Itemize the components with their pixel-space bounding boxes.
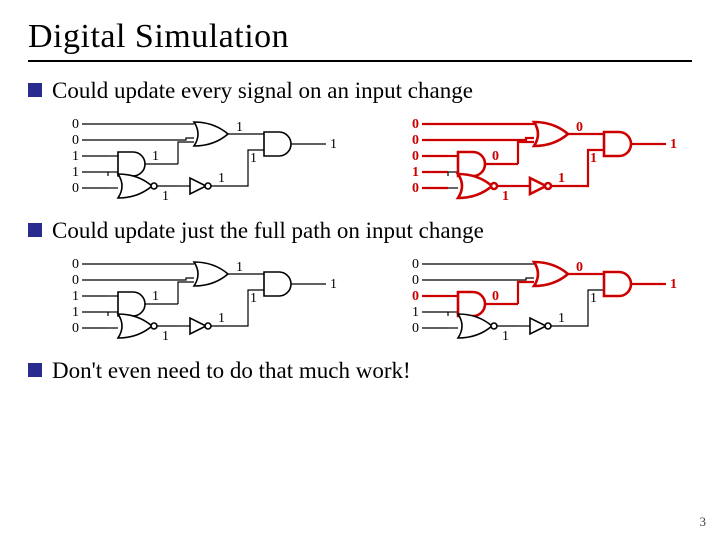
- svg-text:0: 0: [492, 149, 499, 164]
- svg-text:1: 1: [162, 189, 169, 204]
- svg-text:1: 1: [502, 189, 509, 204]
- circuit-A-left: 00110111111: [68, 114, 368, 206]
- row-1: 00110111111 00010010111: [68, 114, 692, 206]
- svg-text:1: 1: [412, 165, 419, 180]
- svg-text:1: 1: [412, 305, 419, 320]
- svg-text:1: 1: [72, 305, 79, 320]
- svg-text:1: 1: [162, 329, 169, 344]
- svg-text:0: 0: [412, 117, 419, 132]
- bullet-2: Could update just the full path on input…: [28, 216, 692, 246]
- bullet-icon: [28, 363, 42, 377]
- svg-text:1: 1: [218, 171, 225, 186]
- svg-text:0: 0: [72, 273, 79, 288]
- svg-text:1: 1: [590, 151, 597, 166]
- svg-text:0: 0: [412, 149, 419, 164]
- svg-text:1: 1: [330, 137, 337, 152]
- svg-text:0: 0: [72, 257, 79, 272]
- svg-text:0: 0: [492, 289, 499, 304]
- svg-text:1: 1: [72, 165, 79, 180]
- svg-text:1: 1: [250, 291, 257, 306]
- svg-text:0: 0: [412, 289, 419, 304]
- bullet-3: Don't even need to do that much work!: [28, 356, 692, 386]
- bullet-1: Could update every signal on an input ch…: [28, 76, 692, 106]
- svg-text:1: 1: [502, 329, 509, 344]
- bullet-icon: [28, 83, 42, 97]
- circuit-A-right: 00010010111: [408, 114, 708, 206]
- svg-text:0: 0: [412, 257, 419, 272]
- circuit-B-left: 00110111111: [68, 254, 368, 346]
- svg-text:1: 1: [218, 311, 225, 326]
- svg-text:1: 1: [152, 289, 159, 304]
- svg-text:1: 1: [236, 260, 243, 275]
- svg-text:0: 0: [72, 321, 79, 336]
- svg-text:1: 1: [152, 149, 159, 164]
- svg-text:0: 0: [72, 181, 79, 196]
- svg-text:1: 1: [72, 149, 79, 164]
- svg-text:1: 1: [558, 311, 565, 326]
- page-number: 3: [700, 514, 707, 530]
- svg-text:1: 1: [558, 171, 565, 186]
- svg-text:1: 1: [72, 289, 79, 304]
- svg-text:0: 0: [576, 260, 583, 275]
- circuit-B-right: 00010010111: [408, 254, 708, 346]
- svg-text:1: 1: [670, 277, 677, 292]
- svg-text:0: 0: [412, 181, 419, 196]
- svg-text:0: 0: [412, 133, 419, 148]
- svg-text:0: 0: [412, 321, 419, 336]
- bullet-text: Could update every signal on an input ch…: [52, 76, 473, 106]
- svg-text:1: 1: [330, 277, 337, 292]
- svg-text:0: 0: [72, 117, 79, 132]
- svg-text:0: 0: [576, 120, 583, 135]
- bullet-text: Don't even need to do that much work!: [52, 356, 411, 386]
- svg-text:1: 1: [250, 151, 257, 166]
- svg-text:1: 1: [590, 291, 597, 306]
- page-title: Digital Simulation: [28, 18, 692, 56]
- svg-text:0: 0: [72, 133, 79, 148]
- bullet-text: Could update just the full path on input…: [52, 216, 484, 246]
- svg-text:1: 1: [236, 120, 243, 135]
- bullet-icon: [28, 223, 42, 237]
- row-2: 00110111111 00010010111: [68, 254, 692, 346]
- svg-text:0: 0: [412, 273, 419, 288]
- title-rule: [28, 60, 692, 62]
- svg-text:1: 1: [670, 137, 677, 152]
